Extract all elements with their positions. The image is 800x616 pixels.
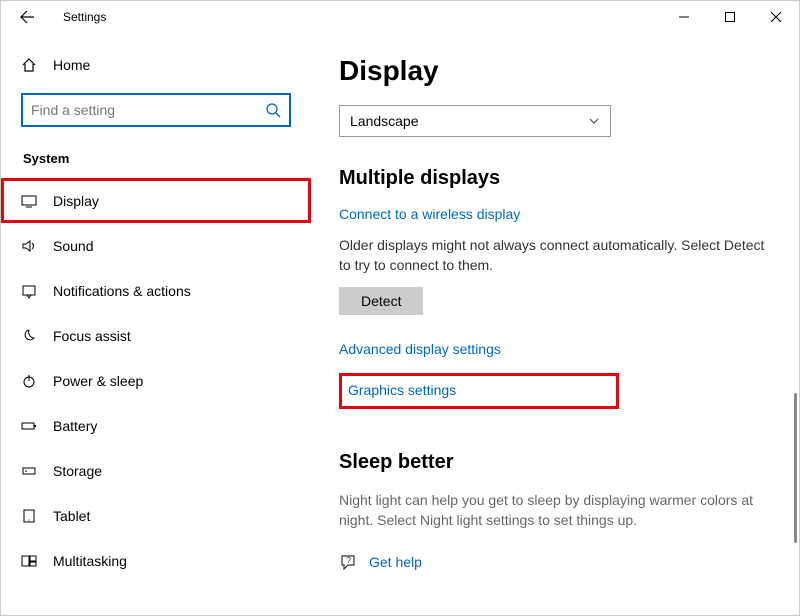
search-input[interactable] bbox=[31, 102, 265, 118]
sidebar-item-power-sleep[interactable]: Power & sleep bbox=[1, 358, 311, 403]
sleep-better-heading: Sleep better bbox=[339, 451, 771, 474]
page-title: Display bbox=[339, 55, 771, 87]
svg-text:?: ? bbox=[347, 556, 352, 565]
main-content: Display Landscape Multiple displays Conn… bbox=[311, 33, 799, 615]
multiple-displays-heading: Multiple displays bbox=[339, 167, 771, 190]
sidebar: Home System Display Sound Notifications … bbox=[1, 33, 311, 615]
title-bar: Settings bbox=[1, 1, 799, 33]
window-title: Settings bbox=[63, 10, 106, 24]
search-icon bbox=[265, 102, 281, 118]
older-displays-text: Older displays might not always connect … bbox=[339, 236, 771, 275]
sidebar-item-label: Notifications & actions bbox=[53, 283, 191, 299]
scrollbar[interactable] bbox=[794, 393, 797, 543]
sidebar-item-label: Sound bbox=[53, 238, 93, 254]
battery-icon bbox=[21, 418, 37, 434]
notifications-icon bbox=[21, 283, 37, 299]
sidebar-item-display[interactable]: Display bbox=[1, 178, 311, 223]
chevron-down-icon bbox=[588, 115, 600, 127]
storage-icon bbox=[21, 463, 37, 479]
sidebar-item-label: Display bbox=[53, 193, 99, 209]
sidebar-item-sound[interactable]: Sound bbox=[1, 223, 311, 268]
display-icon bbox=[21, 193, 37, 209]
sidebar-item-storage[interactable]: Storage bbox=[1, 448, 311, 493]
sidebar-item-label: Tablet bbox=[53, 508, 90, 524]
sleep-better-text: Night light can help you get to sleep by… bbox=[339, 490, 771, 531]
multitasking-icon bbox=[21, 553, 37, 569]
sidebar-item-multitasking[interactable]: Multitasking bbox=[1, 538, 311, 583]
orientation-dropdown[interactable]: Landscape bbox=[339, 105, 611, 137]
advanced-display-link[interactable]: Advanced display settings bbox=[339, 341, 501, 357]
get-help-link[interactable]: Get help bbox=[369, 554, 422, 570]
graphics-settings-highlight: Graphics settings bbox=[339, 373, 619, 409]
sidebar-item-label: Focus assist bbox=[53, 328, 131, 344]
sidebar-item-focus-assist[interactable]: Focus assist bbox=[1, 313, 311, 358]
maximize-button[interactable] bbox=[707, 1, 753, 33]
back-button[interactable] bbox=[19, 9, 47, 25]
sidebar-item-label: Storage bbox=[53, 463, 102, 479]
search-box[interactable] bbox=[21, 93, 291, 127]
home-icon bbox=[21, 57, 37, 73]
tablet-icon bbox=[21, 508, 37, 524]
sidebar-item-label: Multitasking bbox=[53, 553, 127, 569]
graphics-settings-link[interactable]: Graphics settings bbox=[348, 382, 456, 398]
connect-wireless-link[interactable]: Connect to a wireless display bbox=[339, 206, 520, 222]
power-icon bbox=[21, 373, 37, 389]
close-button[interactable] bbox=[753, 1, 799, 33]
minimize-button[interactable] bbox=[661, 1, 707, 33]
sidebar-home[interactable]: Home bbox=[1, 47, 311, 83]
sidebar-item-label: Power & sleep bbox=[53, 373, 143, 389]
sidebar-item-tablet[interactable]: Tablet bbox=[1, 493, 311, 538]
sidebar-item-notifications[interactable]: Notifications & actions bbox=[1, 268, 311, 313]
sidebar-home-label: Home bbox=[53, 57, 90, 73]
detect-button[interactable]: Detect bbox=[339, 287, 423, 315]
sound-icon bbox=[21, 238, 37, 254]
window-controls bbox=[661, 1, 799, 33]
sidebar-item-battery[interactable]: Battery bbox=[1, 403, 311, 448]
sidebar-section-label: System bbox=[1, 143, 311, 178]
sidebar-item-label: Battery bbox=[53, 418, 97, 434]
focus-assist-icon bbox=[21, 328, 37, 344]
orientation-value: Landscape bbox=[350, 113, 419, 129]
help-icon: ? bbox=[339, 553, 357, 571]
